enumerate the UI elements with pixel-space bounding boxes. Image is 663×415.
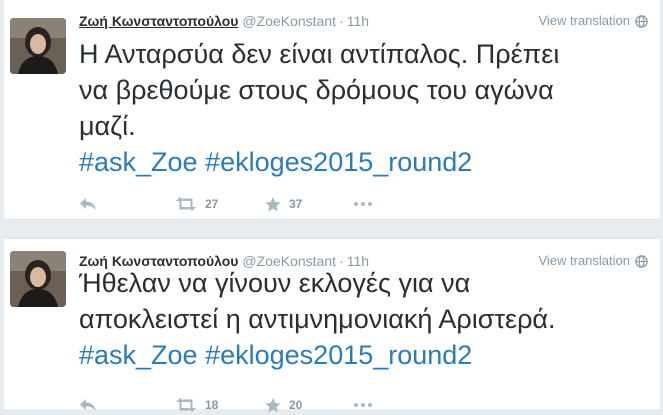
reply-icon	[80, 399, 96, 411]
tweet-text-line: μαζί.	[79, 111, 136, 141]
favorite-star-icon	[265, 397, 281, 412]
tweet-text-line: Ήθελαν να γίνουν εκλογές για να	[79, 268, 471, 298]
tweet-text-line: αποκλειστεί η αντιμνημονιακή Αριστερά.	[79, 304, 556, 334]
retweet-count: 18	[205, 398, 219, 412]
retweet-icon	[176, 197, 196, 211]
reply-icon	[80, 198, 96, 210]
favorite-button[interactable]: 20	[265, 397, 353, 413]
retweet-button[interactable]: 27	[175, 197, 265, 211]
globe-icon	[635, 14, 648, 28]
retweet-count: 27	[205, 197, 219, 211]
tweet-text: Ήθελαν να γίνουν εκλογές για να αποκλεισ…	[79, 265, 619, 373]
hashtag-link[interactable]: #ask_Zoe	[79, 147, 198, 177]
favorite-count: 20	[289, 398, 303, 412]
avatar[interactable]	[10, 251, 66, 307]
tweet-actions: 27 37	[79, 194, 383, 214]
separator: ·	[339, 13, 344, 29]
favorite-count: 37	[289, 197, 303, 211]
timestamp[interactable]: 11h	[347, 13, 369, 29]
reply-button[interactable]	[79, 398, 175, 412]
tweet-header: Ζωή Κωνσταντοπούλου @ZoeKonstant · 11h View…	[79, 12, 650, 30]
retweet-button[interactable]: 18	[175, 398, 265, 412]
more-options-button[interactable]	[353, 201, 383, 207]
globe-icon	[635, 254, 648, 268]
more-dots-icon	[354, 202, 372, 206]
tweet-text: Η Ανταρσύα δεν είναι αντίπαλος. Πρέπει ν…	[79, 36, 619, 180]
more-options-button[interactable]	[353, 402, 383, 408]
tweet-actions: 18 20	[79, 395, 383, 415]
view-translation-label: View translation	[538, 13, 630, 28]
author-handle[interactable]: @ZoeKonstant	[242, 13, 336, 29]
favorite-button[interactable]: 37	[265, 196, 353, 212]
retweet-icon	[176, 398, 196, 412]
hashtag-link[interactable]: #ekloges2015_round2	[205, 147, 472, 177]
favorite-star-icon	[265, 196, 281, 211]
tweet-text-line: Η Ανταρσύα δεν είναι αντίπαλος. Πρέπει	[79, 39, 560, 69]
reply-button[interactable]	[79, 197, 175, 211]
avatar[interactable]	[10, 18, 66, 74]
author-name[interactable]: Ζωή Κωνσταντοπούλου	[79, 13, 238, 29]
view-translation-button[interactable]: View translation	[538, 12, 648, 30]
tweet-text-line: να βρεθούμε στους δρόμους του αγώνα	[79, 75, 554, 105]
tweet-card[interactable]: Ζωή Κωνσταντοπούλου @ZoeKonstant · 11h View…	[4, 0, 660, 220]
hashtag-link[interactable]: #ekloges2015_round2	[205, 340, 472, 370]
hashtag-link[interactable]: #ask_Zoe	[79, 340, 198, 370]
avatar-image	[10, 18, 66, 74]
tweet-card[interactable]: Ζωή Κωνσταντοπούλου @ZoeKonstant · 11h View…	[4, 238, 660, 412]
more-dots-icon	[354, 403, 372, 407]
avatar-image	[10, 251, 66, 307]
